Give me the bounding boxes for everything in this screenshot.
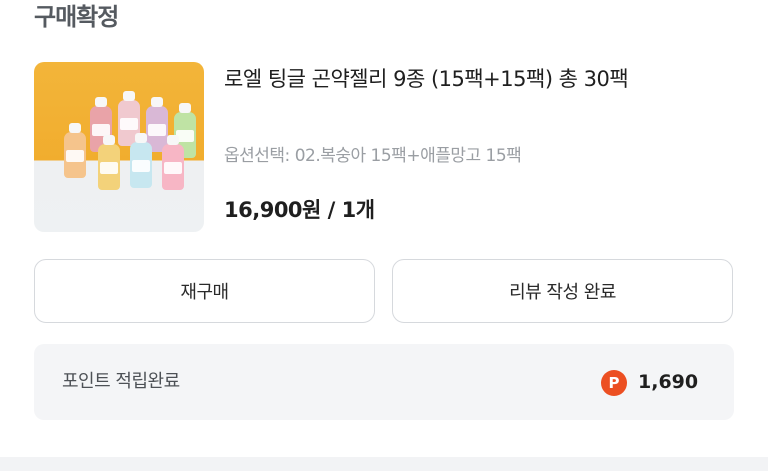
points-value: 1,690 [638,371,699,393]
product-price: 16,900원 / 1개 [224,198,375,222]
pouch-image [98,135,120,190]
product-option: 옵션선택: 02.복숭아 15팩+애플망고 15팩 [224,146,522,166]
review-complete-button[interactable]: 리뷰 작성 완료 [392,259,733,323]
section-divider [0,457,768,471]
points-label: 포인트 적립완료 [62,371,180,392]
product-title[interactable]: 로엘 팅글 곤약젤리 9종 (15팩+15팩) 총 30팩 [224,62,744,96]
rebuy-button[interactable]: 재구매 [34,259,375,323]
order-status-title: 구매확정 [34,3,119,31]
pouch-image [64,123,86,178]
points-earned-panel: 포인트 적립완료 P 1,690 [34,344,734,420]
point-coin-icon: P [601,370,627,396]
product-thumbnail[interactable] [34,62,204,232]
pouch-image [162,135,184,190]
pouch-image [130,133,152,188]
